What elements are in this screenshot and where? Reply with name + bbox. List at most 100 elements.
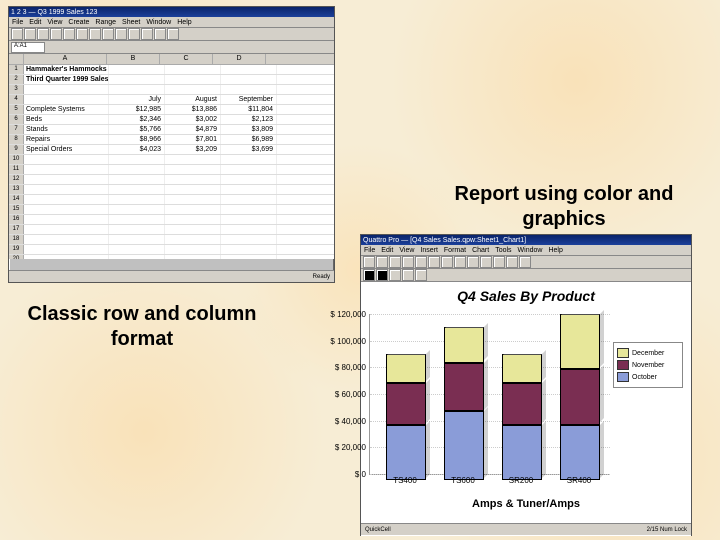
- cell[interactable]: Stands: [24, 125, 109, 134]
- menu-help[interactable]: Help: [177, 19, 191, 26]
- menu-chart[interactable]: Chart: [472, 247, 489, 254]
- cell[interactable]: $3,699: [221, 145, 277, 154]
- menu-file[interactable]: File: [12, 19, 23, 26]
- table-row[interactable]: 10: [9, 155, 334, 165]
- table-row[interactable]: 3: [9, 85, 334, 95]
- cell[interactable]: [165, 225, 221, 234]
- cell[interactable]: [109, 255, 165, 259]
- table-row[interactable]: 6Beds$2,346$3,002$2,123: [9, 115, 334, 125]
- cell[interactable]: [24, 95, 109, 104]
- cell[interactable]: [109, 215, 165, 224]
- table-row[interactable]: 2Third Quarter 1999 Sales: [9, 75, 334, 85]
- table-row[interactable]: 13: [9, 185, 334, 195]
- cell[interactable]: $11,804: [221, 105, 277, 114]
- cell[interactable]: [109, 155, 165, 164]
- toolbar-button[interactable]: [363, 256, 375, 268]
- menu-window[interactable]: Window: [146, 19, 171, 26]
- cell[interactable]: [109, 235, 165, 244]
- col-header-a[interactable]: A: [24, 54, 107, 64]
- row-header[interactable]: 18: [9, 235, 24, 244]
- cell[interactable]: [24, 85, 109, 94]
- menu-format[interactable]: Format: [444, 247, 466, 254]
- row-header[interactable]: 11: [9, 165, 24, 174]
- cell[interactable]: $12,985: [109, 105, 165, 114]
- table-row[interactable]: 4JulyAugustSeptember: [9, 95, 334, 105]
- cell[interactable]: $4,879: [165, 125, 221, 134]
- toolbar-button[interactable]: [115, 28, 127, 40]
- toolbar-button[interactable]: [128, 28, 140, 40]
- row-header[interactable]: 20: [9, 255, 24, 259]
- cell[interactable]: Repairs: [24, 135, 109, 144]
- cell[interactable]: $7,801: [165, 135, 221, 144]
- cell[interactable]: [221, 245, 277, 254]
- toolbar-button[interactable]: [402, 269, 414, 281]
- menu-tools[interactable]: Tools: [495, 247, 511, 254]
- cell[interactable]: [165, 235, 221, 244]
- toolbar-button[interactable]: [454, 256, 466, 268]
- row-header[interactable]: 10: [9, 155, 24, 164]
- toolbar-button[interactable]: [102, 28, 114, 40]
- cell[interactable]: [221, 255, 277, 259]
- cell[interactable]: [24, 255, 109, 259]
- menu-help[interactable]: Help: [548, 247, 562, 254]
- toolbar-button[interactable]: [506, 256, 518, 268]
- cell[interactable]: [109, 205, 165, 214]
- table-row[interactable]: 14: [9, 195, 334, 205]
- toolbar-button[interactable]: [480, 256, 492, 268]
- cell[interactable]: [221, 235, 277, 244]
- table-row[interactable]: 5Complete Systems$12,985$13,886$11,804: [9, 105, 334, 115]
- cell[interactable]: [24, 185, 109, 194]
- toolbar-button[interactable]: [141, 28, 153, 40]
- cell[interactable]: [165, 85, 221, 94]
- cell[interactable]: [221, 175, 277, 184]
- toolbar-button[interactable]: [24, 28, 36, 40]
- cell[interactable]: [24, 235, 109, 244]
- cell[interactable]: [109, 245, 165, 254]
- cell[interactable]: [165, 175, 221, 184]
- cell[interactable]: [24, 205, 109, 214]
- table-row[interactable]: 9Special Orders$4,023$3,209$3,699: [9, 145, 334, 155]
- cell[interactable]: $6,989: [221, 135, 277, 144]
- menu-file[interactable]: File: [364, 247, 375, 254]
- row-header[interactable]: 3: [9, 85, 24, 94]
- cell[interactable]: [165, 185, 221, 194]
- cell[interactable]: [165, 245, 221, 254]
- table-row[interactable]: 1Hammaker's Hammocks: [9, 65, 334, 75]
- toolbar-button[interactable]: [89, 28, 101, 40]
- toolbar-button[interactable]: [154, 28, 166, 40]
- row-header[interactable]: 8: [9, 135, 24, 144]
- cell[interactable]: $3,002: [165, 115, 221, 124]
- row-header[interactable]: 2: [9, 75, 24, 84]
- cell[interactable]: Hammaker's Hammocks: [24, 65, 109, 74]
- toolbar-button[interactable]: [37, 28, 49, 40]
- cell[interactable]: [24, 245, 109, 254]
- cell[interactable]: [165, 155, 221, 164]
- cell[interactable]: [24, 195, 109, 204]
- menu-edit[interactable]: Edit: [381, 247, 393, 254]
- table-row[interactable]: 11: [9, 165, 334, 175]
- table-row[interactable]: 8Repairs$8,966$7,801$6,989: [9, 135, 334, 145]
- col-header-c[interactable]: C: [160, 54, 213, 64]
- toolbar-button[interactable]: [376, 256, 388, 268]
- toolbar-button[interactable]: [441, 256, 453, 268]
- cell[interactable]: [165, 75, 221, 84]
- cell[interactable]: [109, 175, 165, 184]
- row-header[interactable]: 16: [9, 215, 24, 224]
- table-row[interactable]: 7Stands$5,766$4,879$3,809: [9, 125, 334, 135]
- cell[interactable]: $13,886: [165, 105, 221, 114]
- toolbar-button[interactable]: [76, 28, 88, 40]
- cell[interactable]: [24, 225, 109, 234]
- cell[interactable]: [165, 195, 221, 204]
- cell[interactable]: [221, 195, 277, 204]
- table-row[interactable]: 19: [9, 245, 334, 255]
- cell[interactable]: [221, 75, 277, 84]
- row-header[interactable]: 12: [9, 175, 24, 184]
- cell[interactable]: $4,023: [109, 145, 165, 154]
- cell[interactable]: Beds: [24, 115, 109, 124]
- cell[interactable]: [221, 165, 277, 174]
- cell[interactable]: [109, 65, 165, 74]
- toolbar-button[interactable]: [467, 256, 479, 268]
- menu-range[interactable]: Range: [95, 19, 116, 26]
- menu-sheet[interactable]: Sheet: [122, 19, 140, 26]
- cell[interactable]: [221, 185, 277, 194]
